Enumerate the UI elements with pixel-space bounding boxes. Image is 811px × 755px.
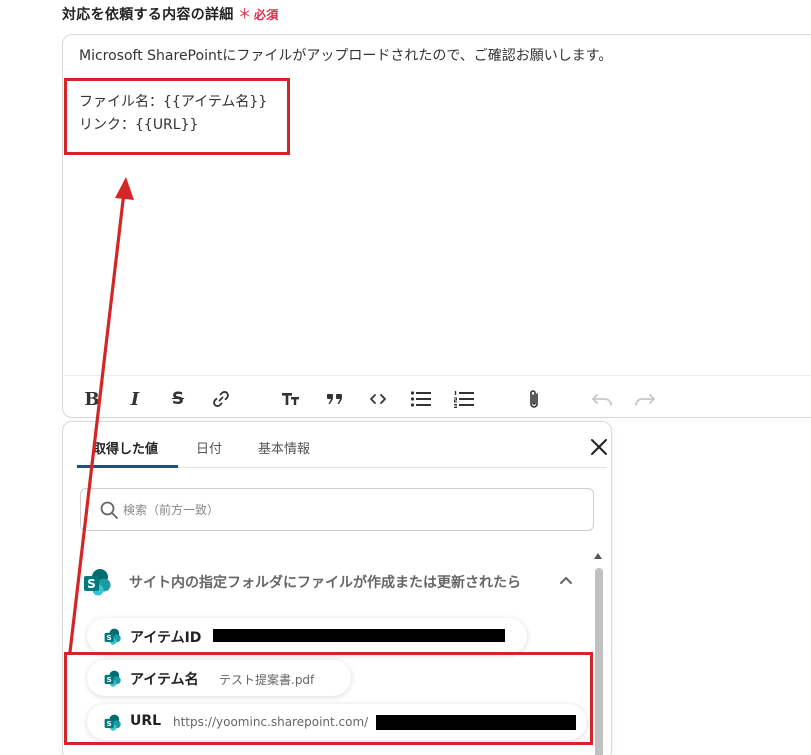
strikethrough-button[interactable]: S: [163, 384, 193, 414]
toolbar-divider: [63, 375, 811, 376]
chevron-up-icon[interactable]: [559, 574, 573, 586]
field-label: 対応を依頼する内容の詳細＊必須: [62, 4, 279, 24]
redo-icon: [635, 394, 655, 406]
close-button[interactable]: [586, 434, 611, 460]
numbered-list-icon: [454, 391, 474, 408]
bold-icon: B: [84, 388, 100, 410]
svg-text:S: S: [107, 633, 112, 642]
bullet-list-icon: [410, 391, 431, 407]
italic-icon: I: [130, 388, 140, 410]
editor-line: Microsoft SharePointにファイルがアップロードされたので、ご確…: [79, 48, 613, 64]
active-tab-indicator: [77, 465, 178, 468]
redo-button[interactable]: [630, 384, 660, 414]
scroll-up-arrow-icon[interactable]: [593, 552, 603, 560]
sharepoint-logo-icon: S: [84, 569, 111, 596]
strikethrough-icon: S: [171, 389, 185, 409]
sharepoint-logo-icon: S: [104, 628, 121, 645]
numbered-list-button[interactable]: [449, 384, 479, 414]
tab-basic-info[interactable]: 基本情報: [258, 438, 310, 457]
undo-icon: [592, 394, 612, 406]
text-size-button[interactable]: [276, 384, 306, 414]
text-size-icon: [282, 393, 299, 405]
italic-button[interactable]: I: [120, 384, 150, 414]
annotation-box-variables: [64, 652, 593, 745]
svg-text:S: S: [87, 577, 96, 591]
link-icon: [213, 391, 229, 407]
required-asterisk: ＊: [237, 7, 252, 23]
attach-button[interactable]: [519, 384, 549, 414]
bullet-list-button[interactable]: [406, 384, 436, 414]
required-text: 必須: [253, 8, 279, 22]
chip-label: アイテムID: [130, 630, 202, 646]
trigger-group-header[interactable]: S サイト内の指定フォルダにファイルが作成または更新されたら: [83, 564, 583, 598]
search-input[interactable]: [123, 500, 563, 520]
code-icon: [370, 394, 386, 404]
redacted-value: [213, 629, 505, 642]
search-box: [80, 488, 594, 531]
editor-toolbar: B I S: [63, 384, 811, 414]
undo-button[interactable]: [587, 384, 617, 414]
quote-icon: [327, 394, 342, 404]
quote-button[interactable]: [320, 384, 350, 414]
link-button[interactable]: [206, 384, 236, 414]
variable-chip-item-id[interactable]: S アイテムID: [87, 618, 527, 654]
tab-date[interactable]: 日付: [196, 438, 222, 457]
paperclip-icon: [530, 390, 538, 408]
search-icon: [100, 501, 118, 519]
scrollbar-thumb[interactable]: [595, 568, 603, 755]
field-label-text: 対応を依頼する内容の詳細: [62, 7, 234, 23]
picker-tabs: 取得した値 日付 基本情報: [77, 422, 607, 468]
close-icon: [591, 439, 607, 455]
code-button[interactable]: [363, 384, 393, 414]
trigger-group-title: サイト内の指定フォルダにファイルが作成または更新されたら: [129, 575, 521, 591]
tab-acquired-values[interactable]: 取得した値: [93, 438, 158, 457]
annotation-box-template: [64, 78, 290, 155]
bold-button[interactable]: B: [77, 384, 107, 414]
